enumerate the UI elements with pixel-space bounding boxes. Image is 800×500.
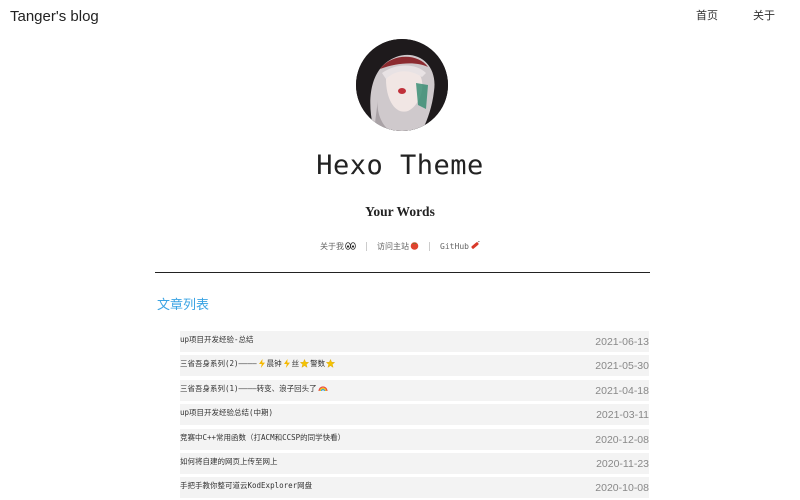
divider xyxy=(155,272,650,273)
eyes-emoji-icon xyxy=(345,241,356,252)
rainbow-icon xyxy=(318,383,328,394)
github-label: GitHub xyxy=(440,242,469,251)
post-list: up项目开发经验-总结 2021-06-13 三省吾身系列(2)———— 晨钟丝警… xyxy=(180,331,649,500)
star-icon xyxy=(326,358,336,370)
page-subtitle: Your Words xyxy=(365,204,435,219)
post-item[interactable]: 手把手教你整可道云KodExplorer网盘 2020-10-08 xyxy=(180,477,649,499)
post-title[interactable]: 竞赛中C++常用函数（打ACM和CCSP的同学快看） xyxy=(180,432,345,443)
nav-item-home[interactable]: 首页 xyxy=(696,7,718,23)
firecracker-emoji-icon xyxy=(470,240,480,252)
post-item[interactable]: 如何将自建的网页上传至网上 2020-11-23 xyxy=(180,452,649,474)
star-icon xyxy=(300,358,310,370)
post-date: 2021-06-13 xyxy=(595,336,649,348)
link-separator xyxy=(429,242,431,251)
lightning-icon xyxy=(258,358,266,370)
post-item[interactable]: 三省吾身系列(1)————转变、浪子回头了 2021-04-18 xyxy=(180,379,649,401)
post-item[interactable]: up项目开发经验-总结 2021-06-13 xyxy=(180,331,649,352)
post-date: 2021-05-30 xyxy=(595,360,649,373)
github-link[interactable]: GitHub xyxy=(440,240,480,252)
post-date: 2020-12-08 xyxy=(595,433,649,446)
tomato-emoji-icon xyxy=(410,241,419,252)
section-title: 文章列表 xyxy=(157,297,210,312)
brand-link[interactable]: Tanger's blog xyxy=(10,8,99,25)
post-title[interactable]: 三省吾身系列(2)———— 晨钟丝警数 xyxy=(180,358,336,370)
top-navbar: Tanger's blog 首页 关于 xyxy=(0,0,800,34)
about-me-label: 关于我 xyxy=(320,242,345,251)
profile-links: 关于我 访问主站 GitHub xyxy=(0,240,800,252)
visit-main-site-label: 访问主站 xyxy=(377,242,410,251)
post-title[interactable]: 手把手教你整可道云KodExplorer网盘 xyxy=(180,480,312,491)
post-title-part: 晨钟 xyxy=(266,359,282,369)
page-title: Hexo Theme xyxy=(316,150,484,181)
post-date: 2021-04-18 xyxy=(595,384,649,397)
nav-item-about[interactable]: 关于 xyxy=(753,7,775,23)
post-title[interactable]: 如何将自建的网页上传至网上 xyxy=(180,456,278,467)
post-title-start: 三省吾身系列(2)———— xyxy=(180,359,257,369)
post-title[interactable]: up项目开发经验总结(中期) xyxy=(180,407,273,418)
about-me-link[interactable]: 关于我 xyxy=(320,241,356,252)
post-title-end: 警数 xyxy=(310,359,326,369)
visit-main-site-link[interactable]: 访问主站 xyxy=(377,241,419,252)
post-item[interactable]: 三省吾身系列(2)———— 晨钟丝警数 2021-05-30 xyxy=(180,355,649,377)
post-date: 2021-03-11 xyxy=(596,409,649,422)
link-separator xyxy=(366,242,368,251)
post-item[interactable]: 竞赛中C++常用函数（打ACM和CCSP的同学快看） 2020-12-08 xyxy=(180,428,649,450)
post-date: 2020-10-08 xyxy=(595,482,649,495)
post-title-text: 三省吾身系列(1)————转变、浪子回头了 xyxy=(180,383,317,393)
post-title[interactable]: up项目开发经验-总结 xyxy=(180,334,254,345)
post-date: 2020-11-23 xyxy=(596,457,649,470)
post-title-part: 丝 xyxy=(291,359,300,369)
avatar xyxy=(356,39,448,131)
lightning-icon xyxy=(283,358,291,370)
post-item[interactable]: up项目开发经验总结(中期) 2021-03-11 xyxy=(180,404,649,426)
post-title[interactable]: 三省吾身系列(1)————转变、浪子回头了 xyxy=(180,383,329,395)
